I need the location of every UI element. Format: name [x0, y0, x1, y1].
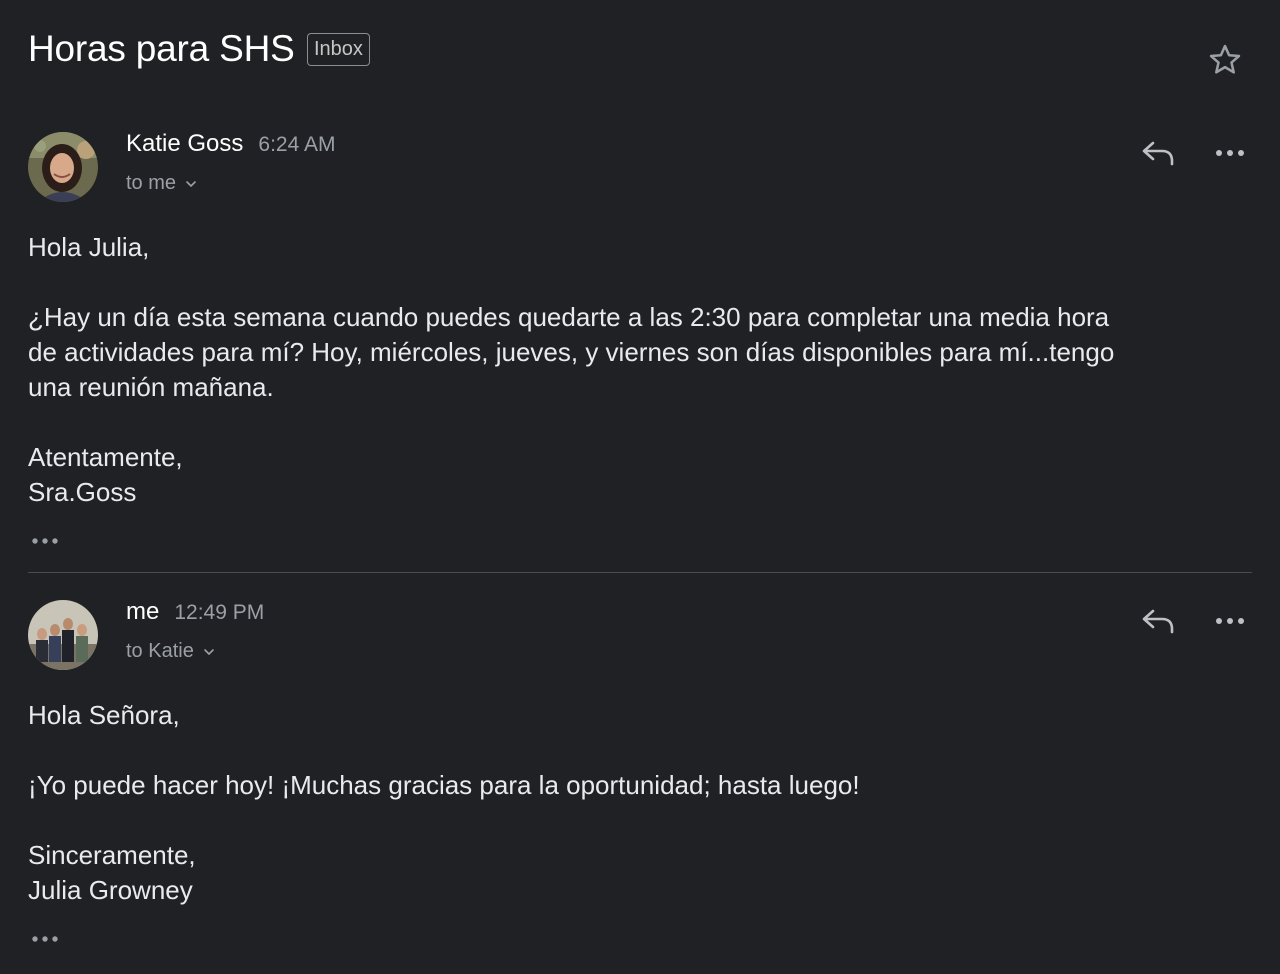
show-trimmed-content-icon[interactable]: [30, 933, 62, 945]
message-greeting: Hola Julia,: [28, 232, 150, 262]
recipient-details-toggle[interactable]: to Katie: [126, 640, 216, 663]
sender-line: me 12:49 PM: [126, 598, 264, 626]
chevron-down-icon: [186, 180, 196, 187]
recipient-text: to me: [126, 172, 177, 194]
message-paragraph: ¿Hay un día esta semana cuando puedes qu…: [28, 300, 1252, 405]
avatar[interactable]: [28, 132, 98, 202]
message-line: una reunión mañana.: [28, 372, 274, 402]
recipient-text: to Katie: [126, 640, 194, 662]
message-line: de actividades para mí? Hoy, miércoles, …: [28, 337, 1115, 367]
message-signoff: Sinceramente, Julia Growney: [28, 838, 1252, 908]
message-signoff: Atentamente, Sra.Goss: [28, 440, 1252, 510]
reply-icon[interactable]: [1140, 138, 1176, 168]
message-time: 6:24 AM: [258, 133, 336, 156]
message-line: ¡Yo puede hacer hoy! ¡Muchas gracias par…: [28, 770, 860, 800]
more-options-icon[interactable]: [1214, 138, 1246, 168]
avatar[interactable]: [28, 600, 98, 670]
reply-icon[interactable]: [1140, 606, 1176, 636]
chevron-down-icon: [204, 648, 214, 655]
portrait-photo-icon: [28, 132, 98, 202]
sender-line: Katie Goss 6:24 AM: [126, 130, 335, 158]
thread-header: Horas para SHS Inbox: [28, 24, 1252, 84]
message-body: Hola Señora, ¡Yo puede hacer hoy! ¡Mucha…: [28, 698, 1252, 908]
message-paragraph: ¡Yo puede hacer hoy! ¡Muchas gracias par…: [28, 768, 1252, 803]
show-trimmed-content-icon[interactable]: [30, 535, 62, 547]
message-body: Hola Julia, ¿Hay un día esta semana cuan…: [28, 230, 1252, 510]
sender-name[interactable]: Katie Goss: [126, 130, 243, 158]
sender-name[interactable]: me: [126, 598, 159, 626]
message-time: 12:49 PM: [174, 601, 265, 624]
message-signature: Julia Growney: [28, 875, 193, 905]
message-closing: Atentamente,: [28, 442, 183, 472]
thread-subject: Horas para SHS: [28, 28, 295, 69]
message-greeting: Hola Señora,: [28, 700, 180, 730]
message-closing: Sinceramente,: [28, 840, 196, 870]
star-icon[interactable]: [1206, 41, 1244, 79]
recipient-details-toggle[interactable]: to me: [126, 172, 198, 195]
message-line: ¿Hay un día esta semana cuando puedes qu…: [28, 302, 1110, 332]
message-divider: [28, 572, 1252, 573]
group-photo-icon: [28, 600, 98, 670]
more-options-icon[interactable]: [1214, 606, 1246, 636]
inbox-label-badge[interactable]: Inbox: [307, 33, 370, 66]
message-signature: Sra.Goss: [28, 477, 137, 507]
